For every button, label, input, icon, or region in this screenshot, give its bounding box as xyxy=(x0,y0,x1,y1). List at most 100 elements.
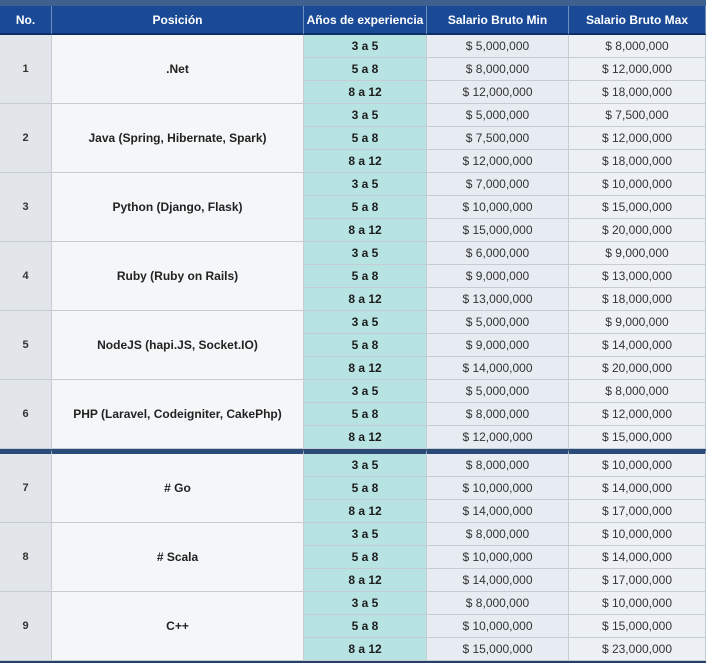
table-row: 2 Java (Spring, Hibernate, Spark) 3 a 5 $ 5… xyxy=(0,104,706,173)
row-number: 2 xyxy=(0,104,52,173)
row-number: 8 xyxy=(0,523,52,592)
salary-min-value: $ 14,000,000 xyxy=(427,569,569,592)
experience-range: 3 a 5 xyxy=(304,104,427,127)
salary-min-value: $ 7,000,000 xyxy=(427,173,569,196)
experience-range: 3 a 5 xyxy=(304,173,427,196)
salary-max-value: $ 18,000,000 xyxy=(569,81,706,104)
position-name: Python (Django, Flask) xyxy=(52,173,304,242)
salary-min-value: $ 8,000,000 xyxy=(427,592,569,615)
experience-range: 3 a 5 xyxy=(304,380,427,403)
header-position: Posición xyxy=(52,6,304,35)
experience-range: 3 a 5 xyxy=(304,592,427,615)
table-row: 6 PHP (Laravel, Codeigniter, CakePhp) 3 a … xyxy=(0,380,706,449)
salary-min-value: $ 5,000,000 xyxy=(427,35,569,58)
table-row: 8 # Scala 3 a 5 $ 8,000,000 $ 10,000,000 xyxy=(0,523,706,592)
experience-range: 3 a 5 xyxy=(304,449,427,477)
salary-max-value: $ 23,000,000 xyxy=(569,638,706,661)
salary-max-value: $ 10,000,000 xyxy=(569,173,706,196)
experience-range: 5 a 8 xyxy=(304,58,427,81)
salary-table-page: No. Posición Años de experiencia Salario… xyxy=(0,0,706,663)
table-row: 3 Python (Django, Flask) 3 a 5 $ 7,000,000 $… xyxy=(0,173,706,242)
header-salary-min: Salario Bruto Min xyxy=(427,6,569,35)
table-body: 1 .Net 3 a 5 $ 5,000,000 $ 8,000,000 5 a 8 $ 8… xyxy=(0,35,706,661)
experience-range: 3 a 5 xyxy=(304,242,427,265)
experience-range: 8 a 12 xyxy=(304,150,427,173)
row-number: 3 xyxy=(0,173,52,242)
table-row: 9 C++ 3 a 5 $ 8,000,000 $ 10,000,000 xyxy=(0,592,706,661)
table-row: 4 Ruby (Ruby on Rails) 3 a 5 $ 6,000,000 $ 9… xyxy=(0,242,706,311)
salary-min-value: $ 5,000,000 xyxy=(427,311,569,334)
salary-min-value: $ 12,000,000 xyxy=(427,426,569,449)
position-name: C++ xyxy=(52,592,304,661)
row-number: 9 xyxy=(0,592,52,661)
salary-min-value: $ 12,000,000 xyxy=(427,150,569,173)
salary-max-value: $ 12,000,000 xyxy=(569,58,706,81)
position-name: Java (Spring, Hibernate, Spark) xyxy=(52,104,304,173)
row-number: 4 xyxy=(0,242,52,311)
header-no: No. xyxy=(0,6,52,35)
salary-max-value: $ 14,000,000 xyxy=(569,477,706,500)
salary-min-value: $ 6,000,000 xyxy=(427,242,569,265)
salary-min-value: $ 10,000,000 xyxy=(427,477,569,500)
salary-max-value: $ 14,000,000 xyxy=(569,546,706,569)
experience-range: 5 a 8 xyxy=(304,615,427,638)
salary-max-value: $ 8,000,000 xyxy=(569,380,706,403)
experience-range: 5 a 8 xyxy=(304,546,427,569)
experience-range: 5 a 8 xyxy=(304,334,427,357)
salary-max-value: $ 13,000,000 xyxy=(569,265,706,288)
table-row: 5 NodeJS (hapi.JS, Socket.IO) 3 a 5 $ 5,000… xyxy=(0,311,706,380)
salary-min-value: $ 12,000,000 xyxy=(427,81,569,104)
position-name: PHP (Laravel, Codeigniter, CakePhp) xyxy=(52,380,304,449)
salary-min-value: $ 15,000,000 xyxy=(427,219,569,242)
salary-min-value: $ 14,000,000 xyxy=(427,500,569,523)
salary-max-value: $ 18,000,000 xyxy=(569,150,706,173)
experience-range: 8 a 12 xyxy=(304,357,427,380)
salary-max-value: $ 12,000,000 xyxy=(569,127,706,150)
experience-range: 3 a 5 xyxy=(304,523,427,546)
experience-range: 3 a 5 xyxy=(304,311,427,334)
position-name: # Go xyxy=(52,449,304,523)
row-number: 5 xyxy=(0,311,52,380)
experience-range: 8 a 12 xyxy=(304,81,427,104)
experience-range: 8 a 12 xyxy=(304,500,427,523)
salary-min-value: $ 7,500,000 xyxy=(427,127,569,150)
salary-min-value: $ 13,000,000 xyxy=(427,288,569,311)
salary-max-value: $ 20,000,000 xyxy=(569,357,706,380)
salary-min-value: $ 14,000,000 xyxy=(427,357,569,380)
salary-min-value: $ 8,000,000 xyxy=(427,449,569,477)
salary-min-value: $ 5,000,000 xyxy=(427,104,569,127)
position-name: .Net xyxy=(52,35,304,104)
header-salary-max: Salario Bruto Max xyxy=(569,6,706,35)
salary-max-value: $ 10,000,000 xyxy=(569,592,706,615)
salary-max-value: $ 10,000,000 xyxy=(569,523,706,546)
salary-min-value: $ 15,000,000 xyxy=(427,638,569,661)
experience-range: 5 a 8 xyxy=(304,196,427,219)
experience-range: 8 a 12 xyxy=(304,426,427,449)
table-header-row: No. Posición Años de experiencia Salario… xyxy=(0,6,706,35)
experience-range: 3 a 5 xyxy=(304,35,427,58)
position-name: # Scala xyxy=(52,523,304,592)
salary-min-value: $ 9,000,000 xyxy=(427,334,569,357)
salary-min-value: $ 8,000,000 xyxy=(427,58,569,81)
salary-max-value: $ 17,000,000 xyxy=(569,500,706,523)
row-number: 6 xyxy=(0,380,52,449)
experience-range: 5 a 8 xyxy=(304,265,427,288)
salary-max-value: $ 10,000,000 xyxy=(569,449,706,477)
salary-max-value: $ 7,500,000 xyxy=(569,104,706,127)
experience-range: 5 a 8 xyxy=(304,477,427,500)
experience-range: 8 a 12 xyxy=(304,638,427,661)
experience-range: 5 a 8 xyxy=(304,403,427,426)
position-name: Ruby (Ruby on Rails) xyxy=(52,242,304,311)
salary-max-value: $ 9,000,000 xyxy=(569,242,706,265)
table-row: 1 .Net 3 a 5 $ 5,000,000 $ 8,000,000 xyxy=(0,35,706,104)
salary-min-value: $ 5,000,000 xyxy=(427,380,569,403)
row-number: 7 xyxy=(0,449,52,523)
experience-range: 8 a 12 xyxy=(304,219,427,242)
salary-min-value: $ 10,000,000 xyxy=(427,546,569,569)
salary-max-value: $ 14,000,000 xyxy=(569,334,706,357)
row-number: 1 xyxy=(0,35,52,104)
salary-max-value: $ 15,000,000 xyxy=(569,615,706,638)
position-name: NodeJS (hapi.JS, Socket.IO) xyxy=(52,311,304,380)
salary-max-value: $ 8,000,000 xyxy=(569,35,706,58)
header-years: Años de experiencia xyxy=(304,6,427,35)
